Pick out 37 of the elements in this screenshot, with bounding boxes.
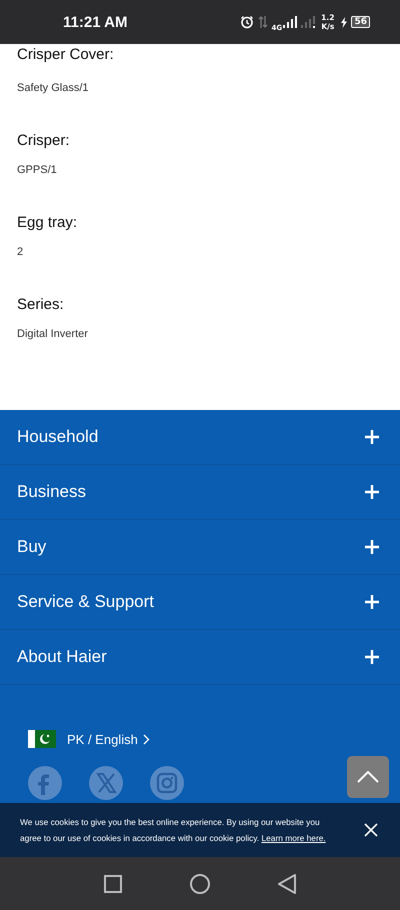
plus-icon	[365, 540, 379, 554]
plus-icon	[365, 430, 379, 444]
close-button[interactable]	[364, 823, 378, 837]
data-arrows-icon	[258, 15, 268, 29]
chevron-right-icon	[142, 734, 150, 744]
spec-value: GPPS/1	[17, 163, 58, 178]
spec-value: 2	[17, 245, 24, 260]
back-button[interactable]	[278, 874, 296, 894]
back-to-top-button[interactable]	[347, 756, 389, 798]
spec-label: Crisper Cover:	[17, 45, 115, 65]
recent-apps-button[interactable]	[104, 874, 122, 892]
battery-level: 56	[351, 16, 370, 28]
cookie-notice: We use cookies to give you the best online experience. By using our website you agree to our use of cookies in accordance with our cookie policy. Learn more here.	[20, 816, 327, 845]
close-icon	[364, 823, 378, 837]
alarm-clock-icon	[240, 15, 254, 29]
learn-more-link[interactable]: Learn more here.	[261, 833, 326, 843]
accordion-item[interactable]: Household	[0, 410, 400, 465]
spec-value: Safety Glass/1	[17, 81, 90, 96]
accordion-item[interactable]: About Haier	[0, 630, 400, 685]
spec-label: Crisper:	[17, 131, 71, 151]
clock-time: 11:21 AM	[63, 14, 128, 30]
plus-icon	[365, 650, 379, 664]
accordion-item[interactable]: Business	[0, 465, 400, 520]
plus-icon	[365, 595, 379, 609]
spec-value: Digital Inverter	[17, 327, 89, 342]
chevron-up-icon	[357, 771, 379, 783]
home-button[interactable]	[190, 874, 210, 894]
charging-icon	[341, 16, 348, 28]
accordion-item[interactable]: Buy	[0, 520, 400, 575]
flag-icon	[28, 730, 56, 748]
spec-label: Egg tray:	[17, 213, 78, 233]
signal-icon	[283, 16, 298, 28]
accordion-item[interactable]: Service & Support	[0, 575, 400, 630]
language-selector[interactable]: PK / English	[67, 732, 150, 746]
plus-icon	[365, 485, 379, 499]
spec-label: Series:	[17, 295, 65, 315]
signal-icon	[301, 16, 318, 28]
